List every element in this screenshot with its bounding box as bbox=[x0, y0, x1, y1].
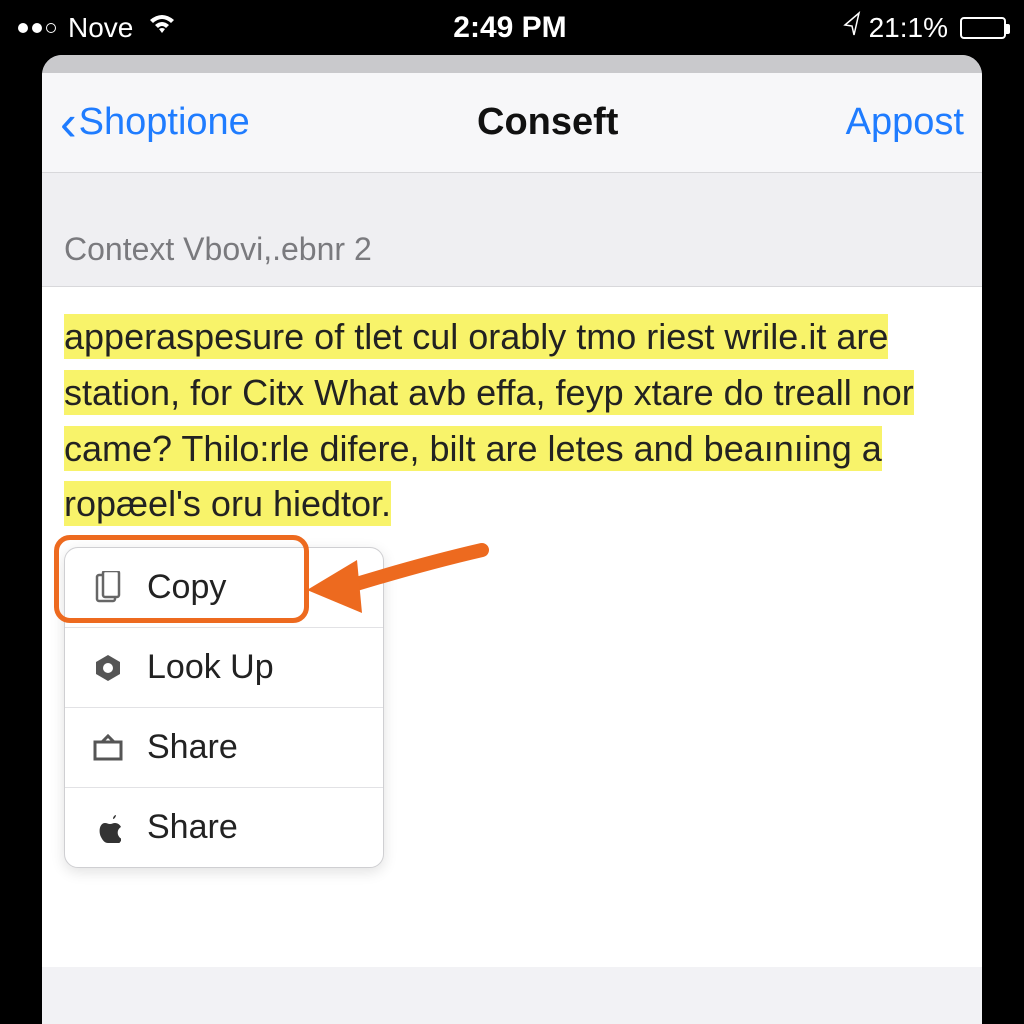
selected-text-block[interactable]: apperaspesure of tlet cul orably tmo rie… bbox=[64, 309, 960, 532]
menu-item-share-apple[interactable]: Share bbox=[65, 788, 383, 867]
sheet-grabber[interactable] bbox=[42, 55, 982, 73]
location-icon bbox=[843, 11, 861, 44]
status-left: Nove bbox=[18, 12, 177, 44]
signal-strength-icon bbox=[18, 23, 56, 33]
wifi-icon bbox=[147, 12, 177, 44]
menu-item-label: Look Up bbox=[147, 648, 274, 687]
carrier-label: Nove bbox=[68, 12, 133, 44]
section-subheader: Context Vbovi,.ebnr 2 bbox=[42, 173, 982, 287]
menu-item-copy[interactable]: Copy bbox=[65, 548, 383, 628]
copy-icon bbox=[91, 571, 125, 605]
apple-icon bbox=[91, 811, 125, 845]
menu-item-label: Copy bbox=[147, 568, 226, 607]
menu-item-lookup[interactable]: Look Up bbox=[65, 628, 383, 708]
menu-item-label: Share bbox=[147, 808, 238, 847]
status-bar: Nove 2:49 PM 21:1% bbox=[0, 0, 1024, 55]
status-time: 2:49 PM bbox=[453, 11, 566, 45]
share-icon bbox=[91, 731, 125, 765]
highlighted-span: apperaspesure of tlet cul orably tmo rie… bbox=[64, 314, 914, 526]
lookup-icon bbox=[91, 651, 125, 685]
context-menu: Copy Look Up Share Share bbox=[64, 547, 384, 868]
back-label: Shoptione bbox=[79, 101, 250, 144]
status-right: 21:1% bbox=[843, 11, 1006, 44]
navigation-bar: ‹ Shoptione Conseft Appost bbox=[42, 73, 982, 173]
battery-icon bbox=[960, 17, 1006, 39]
content-area: apperaspesure of tlet cul orably tmo rie… bbox=[42, 287, 982, 967]
menu-item-share[interactable]: Share bbox=[65, 708, 383, 788]
back-button[interactable]: ‹ Shoptione bbox=[60, 98, 250, 148]
nav-action-button[interactable]: Appost bbox=[846, 101, 964, 144]
chevron-left-icon: ‹ bbox=[60, 98, 77, 148]
page-title: Conseft bbox=[477, 101, 618, 144]
modal-sheet: ‹ Shoptione Conseft Appost Context Vbovi… bbox=[42, 55, 982, 1024]
battery-percent: 21:1% bbox=[869, 12, 948, 44]
menu-item-label: Share bbox=[147, 728, 238, 767]
